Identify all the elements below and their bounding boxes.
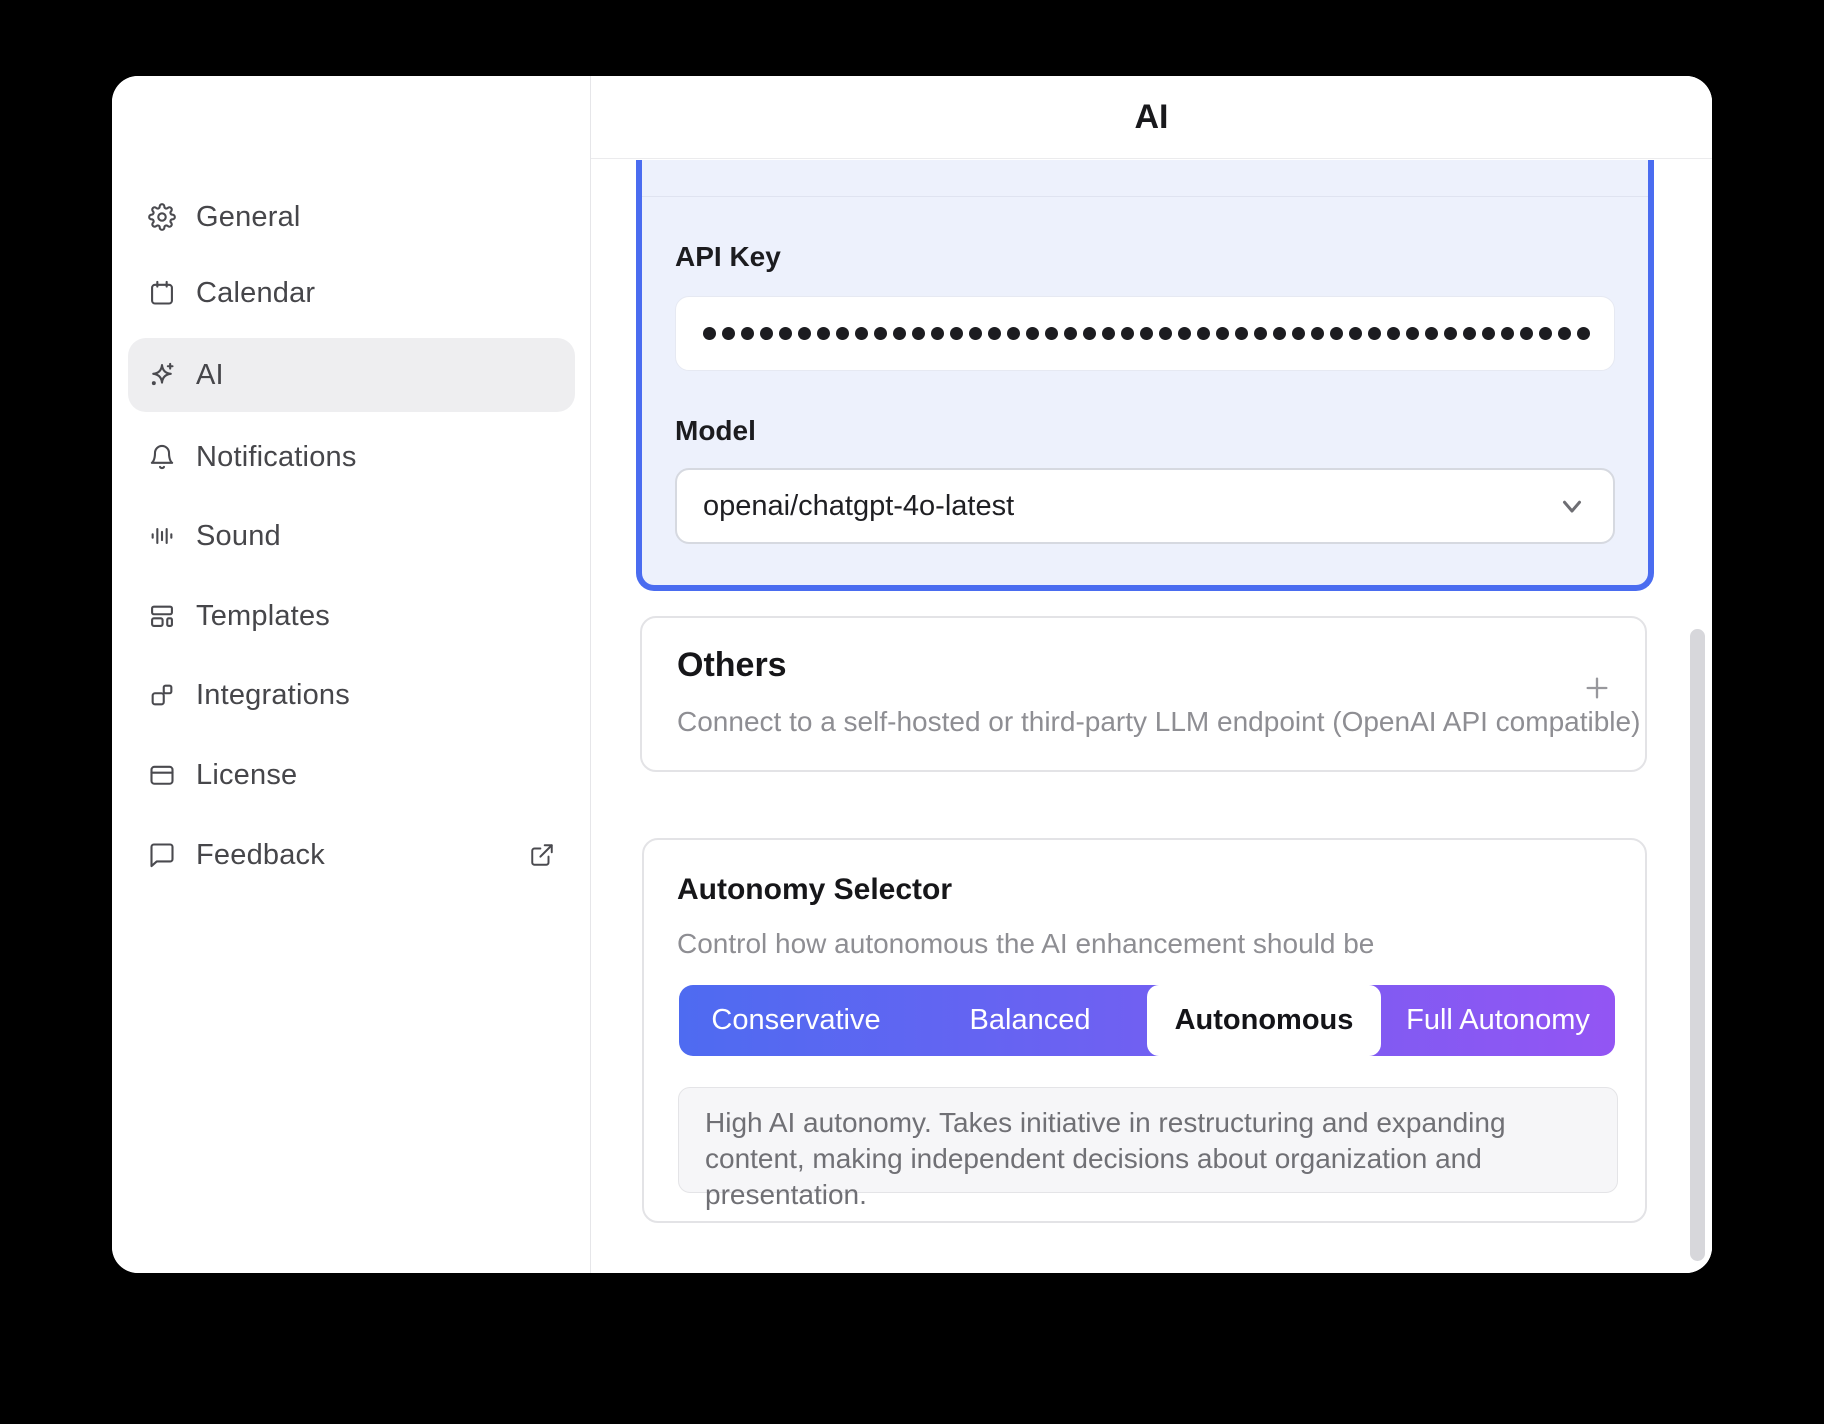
- model-select-value: openai/chatgpt-4o-latest: [703, 490, 1014, 523]
- autonomy-title: Autonomy Selector: [677, 873, 952, 907]
- sparkles-icon: [148, 361, 176, 389]
- sidebar-item-label: License: [196, 759, 297, 792]
- templates-icon: [148, 602, 176, 630]
- autonomy-option-full-autonomy[interactable]: Full Autonomy: [1381, 985, 1615, 1056]
- sidebar-item-license[interactable]: License: [128, 738, 575, 812]
- others-title: Others: [677, 646, 787, 685]
- model-select[interactable]: openai/chatgpt-4o-latest: [675, 468, 1615, 544]
- provider-card: API Key Model openai/chatgpt-4o-latest: [636, 160, 1654, 591]
- sidebar-item-calendar[interactable]: Calendar: [128, 256, 575, 330]
- api-key-masked-value: [703, 327, 1590, 340]
- sound-wave-icon: [148, 522, 176, 550]
- api-key-label: API Key: [675, 241, 781, 273]
- sidebar-item-label: Templates: [196, 600, 330, 633]
- autonomy-segmented-control: ConservativeBalancedAutonomousFull Auton…: [679, 985, 1615, 1056]
- sidebar-item-label: AI: [196, 359, 224, 392]
- settings-window: General Calendar AI Notifications Sound Templ…: [112, 76, 1712, 1273]
- bell-icon: [148, 443, 176, 471]
- vertical-scrollbar[interactable]: [1690, 629, 1705, 1261]
- sidebar-item-ai[interactable]: AI: [128, 338, 575, 412]
- autonomy-option-balanced[interactable]: Balanced: [913, 985, 1147, 1056]
- pane-header: AI: [591, 76, 1712, 159]
- others-card: Others Connect to a self-hosted or third…: [640, 616, 1647, 772]
- sidebar-item-general[interactable]: General: [128, 180, 575, 254]
- plus-icon[interactable]: [1577, 668, 1617, 708]
- integrations-icon: [148, 681, 176, 709]
- api-key-input[interactable]: [675, 296, 1615, 371]
- sidebar-item-label: Calendar: [196, 277, 315, 310]
- model-label: Model: [675, 415, 756, 447]
- settings-sidebar: General Calendar AI Notifications Sound Templ…: [112, 76, 591, 1273]
- others-subtitle: Connect to a self-hosted or third-party …: [677, 706, 1640, 738]
- sidebar-item-sound[interactable]: Sound: [128, 499, 575, 573]
- sidebar-item-templates[interactable]: Templates: [128, 579, 575, 653]
- gear-icon: [148, 203, 176, 231]
- feedback-icon: [148, 841, 176, 869]
- sidebar-item-label: Feedback: [196, 839, 325, 872]
- autonomy-card: Autonomy Selector Control how autonomous…: [642, 838, 1647, 1223]
- sidebar-item-label: Integrations: [196, 679, 350, 712]
- sidebar-item-feedback[interactable]: Feedback: [128, 818, 575, 892]
- main-pane: AI API Key Model openai/chatgpt-4o-lates…: [591, 76, 1712, 1273]
- autonomy-option-conservative[interactable]: Conservative: [679, 985, 913, 1056]
- page-title: AI: [1135, 98, 1169, 137]
- license-card-icon: [148, 761, 176, 789]
- chevron-down-icon: [1557, 491, 1587, 521]
- autonomy-option-autonomous[interactable]: Autonomous: [1147, 985, 1381, 1056]
- sidebar-item-notifications[interactable]: Notifications: [128, 420, 575, 494]
- autonomy-description: High AI autonomy. Takes initiative in re…: [678, 1087, 1618, 1193]
- sidebar-item-label: General: [196, 201, 301, 234]
- sidebar-item-label: Notifications: [196, 441, 357, 474]
- sidebar-item-label: Sound: [196, 520, 281, 553]
- calendar-icon: [148, 279, 176, 307]
- provider-card-divider: [642, 196, 1648, 197]
- sidebar-item-integrations[interactable]: Integrations: [128, 658, 575, 732]
- autonomy-subtitle: Control how autonomous the AI enhancemen…: [677, 928, 1374, 960]
- external-link-icon: [529, 842, 555, 868]
- screen-background: General Calendar AI Notifications Sound Templ…: [0, 0, 1824, 1424]
- settings-scroll-area: API Key Model openai/chatgpt-4o-latest O…: [591, 160, 1712, 1273]
